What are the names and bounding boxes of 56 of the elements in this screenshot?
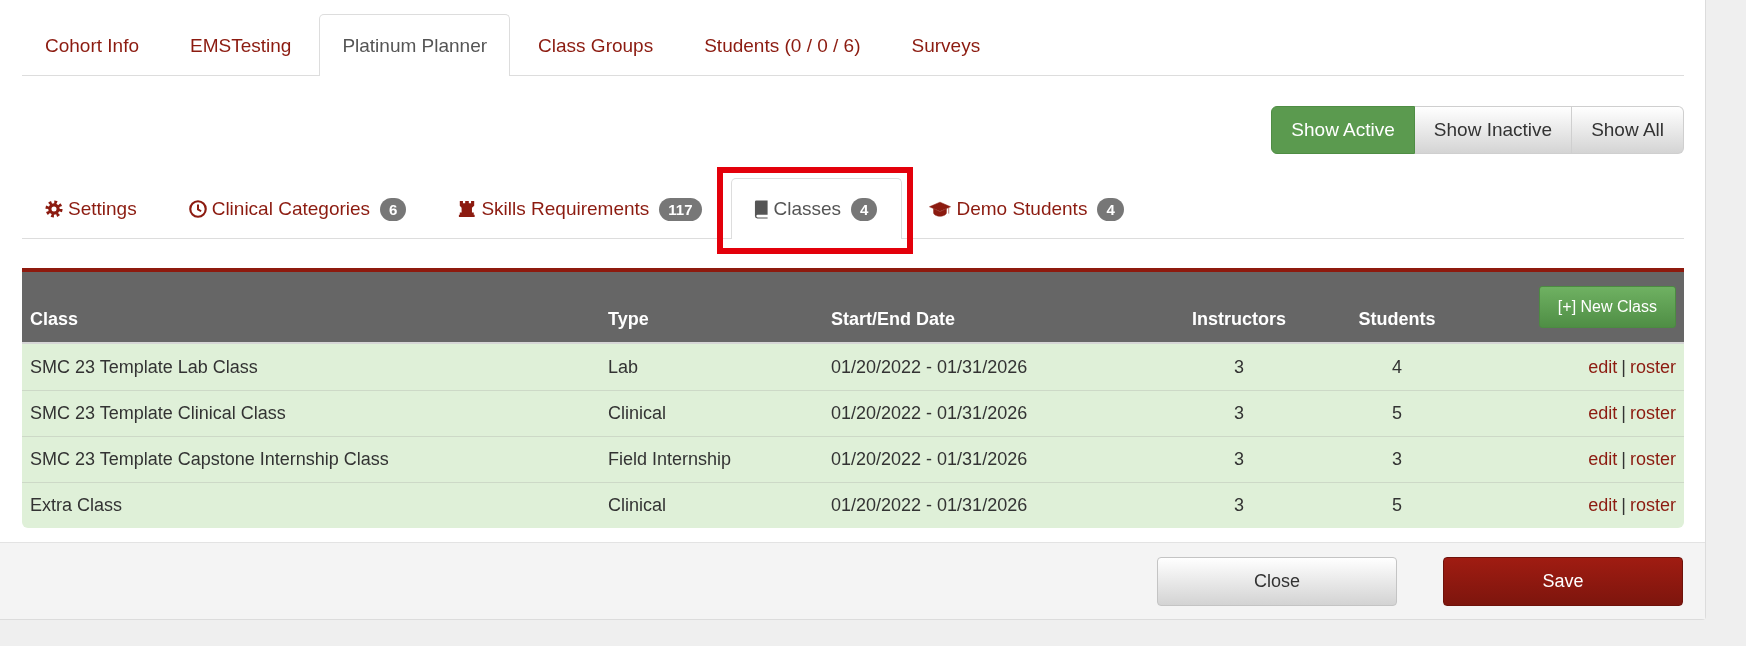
row-link[interactable]: edit (1588, 356, 1618, 377)
sub-tab[interactable]: Demo Students 4 (906, 178, 1149, 239)
book-icon (753, 199, 769, 219)
row-link[interactable]: edit (1588, 449, 1618, 469)
count-badge: 6 (380, 197, 407, 221)
table-cell: 3 (1160, 436, 1318, 482)
gear-icon (45, 200, 63, 218)
rook-icon (458, 200, 477, 218)
link-separator: | (1621, 495, 1626, 515)
sub-tab[interactable]: Classes 4 (730, 178, 903, 239)
count-badge: 4 (851, 197, 878, 221)
sub-tab[interactable]: Skills Requirements 117 (435, 178, 727, 239)
table-cell: Field Internship (600, 436, 823, 482)
link-separator: | (1621, 356, 1626, 377)
table-cell: SMC 23 Template Clinical Class (22, 390, 600, 436)
row-link[interactable]: edit (1588, 495, 1618, 515)
main-tab[interactable]: EMSTesting (167, 14, 315, 76)
main-tab[interactable]: Platinum Planner (319, 14, 511, 76)
table-cell: Clinical (600, 390, 823, 436)
main-tab[interactable]: Surveys (888, 14, 1004, 76)
link-separator: | (1621, 403, 1626, 423)
row-link[interactable]: roster (1630, 449, 1676, 469)
table-cell-text: Lab (607, 355, 640, 379)
row-link[interactable]: roster (1630, 495, 1676, 515)
filter-button[interactable]: Show Inactive (1414, 106, 1573, 154)
table-cell: 3 (1160, 390, 1318, 436)
table-cell-text: 3 (1233, 355, 1245, 379)
table-cell-text: SMC 23 Template Lab Class (29, 355, 259, 379)
main-tab[interactable]: Cohort Info (22, 14, 162, 76)
table-cell-text: 4 (1391, 355, 1403, 379)
table-cell: Clinical (600, 482, 823, 528)
table-cell: 01/20/2022 - 01/31/2026 (823, 482, 1160, 528)
filter-button[interactable]: Show All (1572, 106, 1684, 154)
save-button[interactable]: Save (1443, 557, 1683, 606)
clock-icon (188, 200, 207, 218)
table-cell: Extra Class (22, 482, 600, 528)
table-cell: SMC 23 Template Capstone Internship Class (22, 436, 600, 482)
row-link[interactable]: roster (1630, 356, 1676, 377)
table-cell: 3 (1318, 436, 1476, 482)
table-cell: 3 (1160, 482, 1318, 528)
table-cell-text: 01/20/2022 - 01/31/2026 (830, 355, 1029, 379)
main-tab[interactable]: Students (0 / 0 / 6) (681, 14, 884, 76)
link-separator: | (1621, 449, 1626, 469)
row-link[interactable]: edit (1588, 403, 1618, 423)
graduation-cap-icon (929, 200, 952, 218)
table-cell: 01/20/2022 - 01/31/2026 (823, 390, 1160, 436)
count-badge: 4 (1097, 197, 1124, 221)
count-badge: 117 (659, 197, 702, 221)
table-cell: 5 (1318, 482, 1476, 528)
sub-tab[interactable]: Clinical Categories 6 (165, 178, 432, 239)
table-cell: 01/20/2022 - 01/31/2026 (823, 436, 1160, 482)
close-button[interactable]: Close (1157, 557, 1397, 606)
row-link[interactable]: roster (1630, 403, 1676, 423)
sub-tab[interactable]: Settings (22, 178, 162, 239)
table-cell: 5 (1318, 390, 1476, 436)
main-tab[interactable]: Class Groups (515, 14, 677, 76)
